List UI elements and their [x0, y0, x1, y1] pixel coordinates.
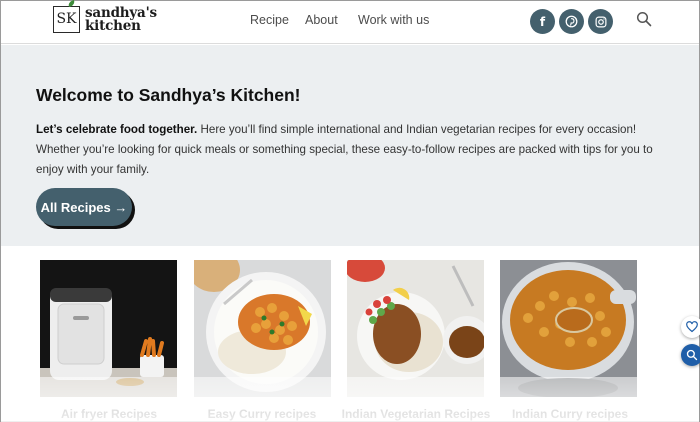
search-float-button[interactable] [681, 344, 700, 366]
air-fryer-photo [40, 260, 177, 397]
card-label-air-fryer[interactable]: Air fryer Recipes [29, 407, 189, 421]
instagram-button[interactable] [588, 9, 613, 34]
site-logo[interactable]: SK sandhya's kitchen [53, 0, 157, 34]
dal-salad-photo [347, 260, 484, 397]
site-header: SK sandhya's kitchen Recipe About Work w… [1, 0, 699, 44]
curry-pot-photo [500, 260, 637, 397]
hero-lead-bold: Let’s celebrate food together. [36, 123, 198, 136]
header-search-button[interactable] [636, 11, 654, 29]
nav-item-about[interactable]: About [305, 13, 338, 27]
card-label-easy-curry[interactable]: Easy Curry recipes [182, 407, 342, 421]
logo-wordmark: sandhya's kitchen [85, 6, 157, 34]
card-image-air-fryer[interactable] [40, 260, 177, 397]
logo-monogram: SK [53, 0, 80, 33]
card-label-indian-vegetarian[interactable]: Indian Vegetarian Recipes [336, 407, 496, 421]
search-icon [636, 11, 652, 27]
leaf-icon [67, 0, 76, 8]
hero-section: Welcome to Sandhya’s Kitchen! Let’s cele… [1, 45, 699, 246]
all-recipes-button[interactable]: All Recipes → [36, 188, 132, 226]
chickpea-curry-photo [194, 260, 331, 397]
card-image-indian-curry[interactable] [500, 260, 637, 397]
hero-description: Let’s celebrate food together. Here you’… [36, 120, 656, 180]
heart-icon [686, 321, 698, 333]
search-icon [686, 349, 698, 361]
card-image-indian-vegetarian[interactable] [347, 260, 484, 397]
instagram-icon [595, 16, 606, 27]
logo-line-2: kitchen [85, 17, 141, 34]
card-label-indian-curry[interactable]: Indian Curry recipes [490, 407, 650, 421]
pinterest-button[interactable] [559, 9, 584, 34]
logo-initials: SK [56, 11, 77, 27]
nav-item-work-with-us[interactable]: Work with us [358, 13, 429, 27]
card-image-easy-curry[interactable] [194, 260, 331, 397]
hero-title: Welcome to Sandhya’s Kitchen! [36, 85, 301, 105]
favorites-float-button[interactable] [681, 316, 700, 338]
pinterest-icon [565, 15, 578, 28]
nav-item-recipe[interactable]: Recipe [250, 13, 289, 27]
facebook-icon: f [539, 14, 546, 29]
facebook-button[interactable]: f [530, 9, 555, 34]
